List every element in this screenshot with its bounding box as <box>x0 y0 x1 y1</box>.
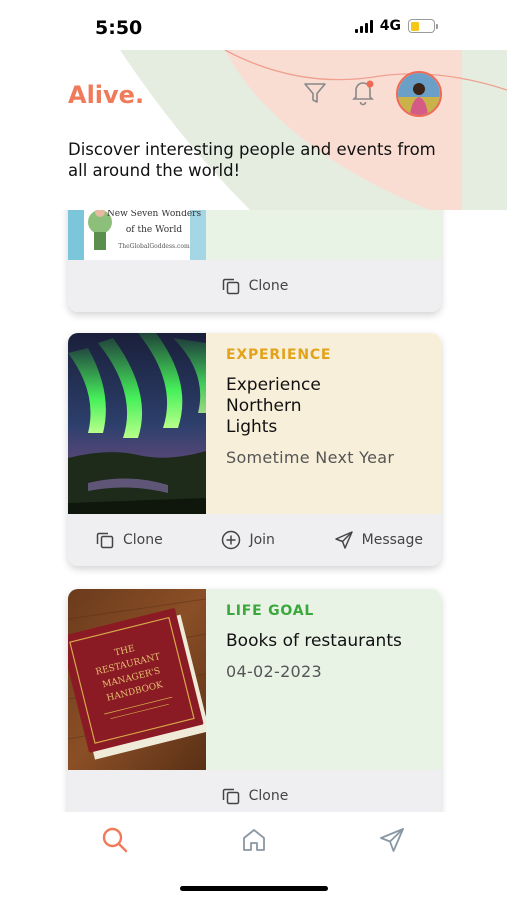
svg-text:TheGlobalGoddess.com: TheGlobalGoddess.com <box>118 243 190 250</box>
network-label: 4G <box>379 18 401 34</box>
send-icon <box>380 828 404 852</box>
card-restaurant-books[interactable]: THE RESTAURANT MANAGER'S HANDBOOK LIFE G… <box>68 589 441 812</box>
clone-label: Clone <box>248 788 289 804</box>
clone-label: Clone <box>123 532 163 548</box>
clone-icon <box>96 532 114 549</box>
battery-level <box>410 21 420 31</box>
search-icon <box>102 827 128 853</box>
battery-icon <box>408 19 438 33</box>
status-time: 5:50 <box>95 17 143 39</box>
app-logo[interactable]: Alive. <box>68 81 144 109</box>
card-image <box>68 333 206 514</box>
clone-icon <box>222 788 239 805</box>
card-image-caption: New Seven Wonders <box>107 209 202 219</box>
card-actions: Clone <box>68 770 441 812</box>
bottom-nav <box>0 812 507 900</box>
nav-search[interactable] <box>97 822 133 858</box>
card-info: LIFE GOAL Books of restaurants 04-02-202… <box>206 589 441 770</box>
bell-icon <box>352 80 374 106</box>
plus-circle-icon <box>222 530 241 550</box>
card-image: THE RESTAURANT MANAGER'S HANDBOOK <box>68 589 206 770</box>
avatar-image <box>398 73 440 115</box>
status-indicators: 4G <box>354 18 438 34</box>
card-date: 04-02-2023 <box>226 662 322 681</box>
clone-button[interactable]: Clone <box>221 276 289 296</box>
clone-button[interactable]: Clone <box>221 786 289 806</box>
nav-send[interactable] <box>374 822 410 858</box>
clone-icon <box>222 278 239 295</box>
card-body: EXPERIENCE Experience Northern Lights So… <box>68 333 441 514</box>
header: Alive. Discover interesting people and e… <box>0 50 507 210</box>
notifications-button[interactable] <box>348 77 378 107</box>
avatar[interactable] <box>396 71 442 117</box>
card-northern-lights[interactable]: EXPERIENCE Experience Northern Lights So… <box>68 333 441 566</box>
clone-button[interactable]: Clone <box>95 530 163 550</box>
card-actions: Clone <box>68 260 441 312</box>
svg-text:of the World: of the World <box>126 225 182 235</box>
card-info: EXPERIENCE Experience Northern Lights So… <box>206 333 441 514</box>
card-category: EXPERIENCE <box>226 347 332 363</box>
home-icon <box>243 829 265 851</box>
tagline: Discover interesting people and events f… <box>68 140 436 180</box>
home-indicator <box>180 886 328 891</box>
signal-icon <box>354 19 373 33</box>
message-label: Message <box>361 532 423 548</box>
join-button[interactable]: Join <box>221 530 275 550</box>
send-icon <box>334 531 353 549</box>
card-title: Experience Northern Lights <box>226 375 321 437</box>
card-body: THE RESTAURANT MANAGER'S HANDBOOK LIFE G… <box>68 589 441 770</box>
card-actions: Clone Join Message <box>68 514 441 566</box>
status-bar: 5:50 4G <box>0 0 507 50</box>
join-label: Join <box>249 532 275 548</box>
filter-button[interactable] <box>300 78 330 108</box>
card-title: Books of restaurants <box>226 631 402 651</box>
clone-label: Clone <box>248 278 289 294</box>
card-date: Sometime Next Year <box>226 448 395 467</box>
nav-home[interactable] <box>236 822 272 858</box>
filter-icon <box>304 83 326 103</box>
message-button[interactable]: Message <box>334 530 423 550</box>
card-category: LIFE GOAL <box>226 603 315 619</box>
